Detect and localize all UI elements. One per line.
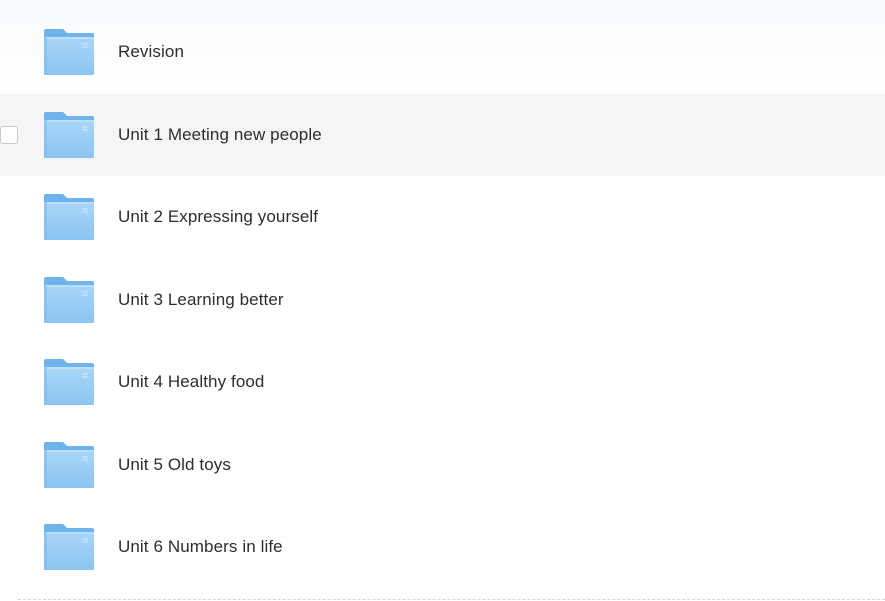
folder-list: Revision Unit 1 Meeting new people Unit …: [0, 11, 885, 589]
folder-name[interactable]: Unit 1 Meeting new people: [118, 125, 322, 145]
row-checkbox[interactable]: [0, 125, 18, 144]
folder-name[interactable]: Unit 3 Learning better: [118, 290, 284, 310]
folder-row-unit-6[interactable]: Unit 6 Numbers in life: [0, 506, 885, 589]
folder-name[interactable]: Unit 2 Expressing yourself: [118, 207, 318, 227]
folder-name[interactable]: Unit 5 Old toys: [118, 455, 231, 475]
folder-icon: [43, 523, 95, 571]
folder-row-unit-3[interactable]: Unit 3 Learning better: [0, 259, 885, 342]
folder-name[interactable]: Unit 4 Healthy food: [118, 372, 264, 392]
folder-icon: [43, 28, 95, 76]
folder-row-unit-5[interactable]: Unit 5 Old toys: [0, 424, 885, 507]
folder-name[interactable]: Unit 6 Numbers in life: [118, 537, 283, 557]
folder-icon: [43, 276, 95, 324]
folder-row-unit-4[interactable]: Unit 4 Healthy food: [0, 341, 885, 424]
folder-row-unit-2[interactable]: Unit 2 Expressing yourself: [0, 176, 885, 259]
folder-icon: [43, 193, 95, 241]
folder-row-revision[interactable]: Revision: [0, 11, 885, 94]
folder-name[interactable]: Revision: [118, 42, 184, 62]
folder-row-unit-1[interactable]: Unit 1 Meeting new people: [0, 93, 885, 176]
folder-icon: [43, 358, 95, 406]
list-divider: [18, 599, 885, 600]
folder-icon: [43, 441, 95, 489]
folder-icon: [43, 111, 95, 159]
